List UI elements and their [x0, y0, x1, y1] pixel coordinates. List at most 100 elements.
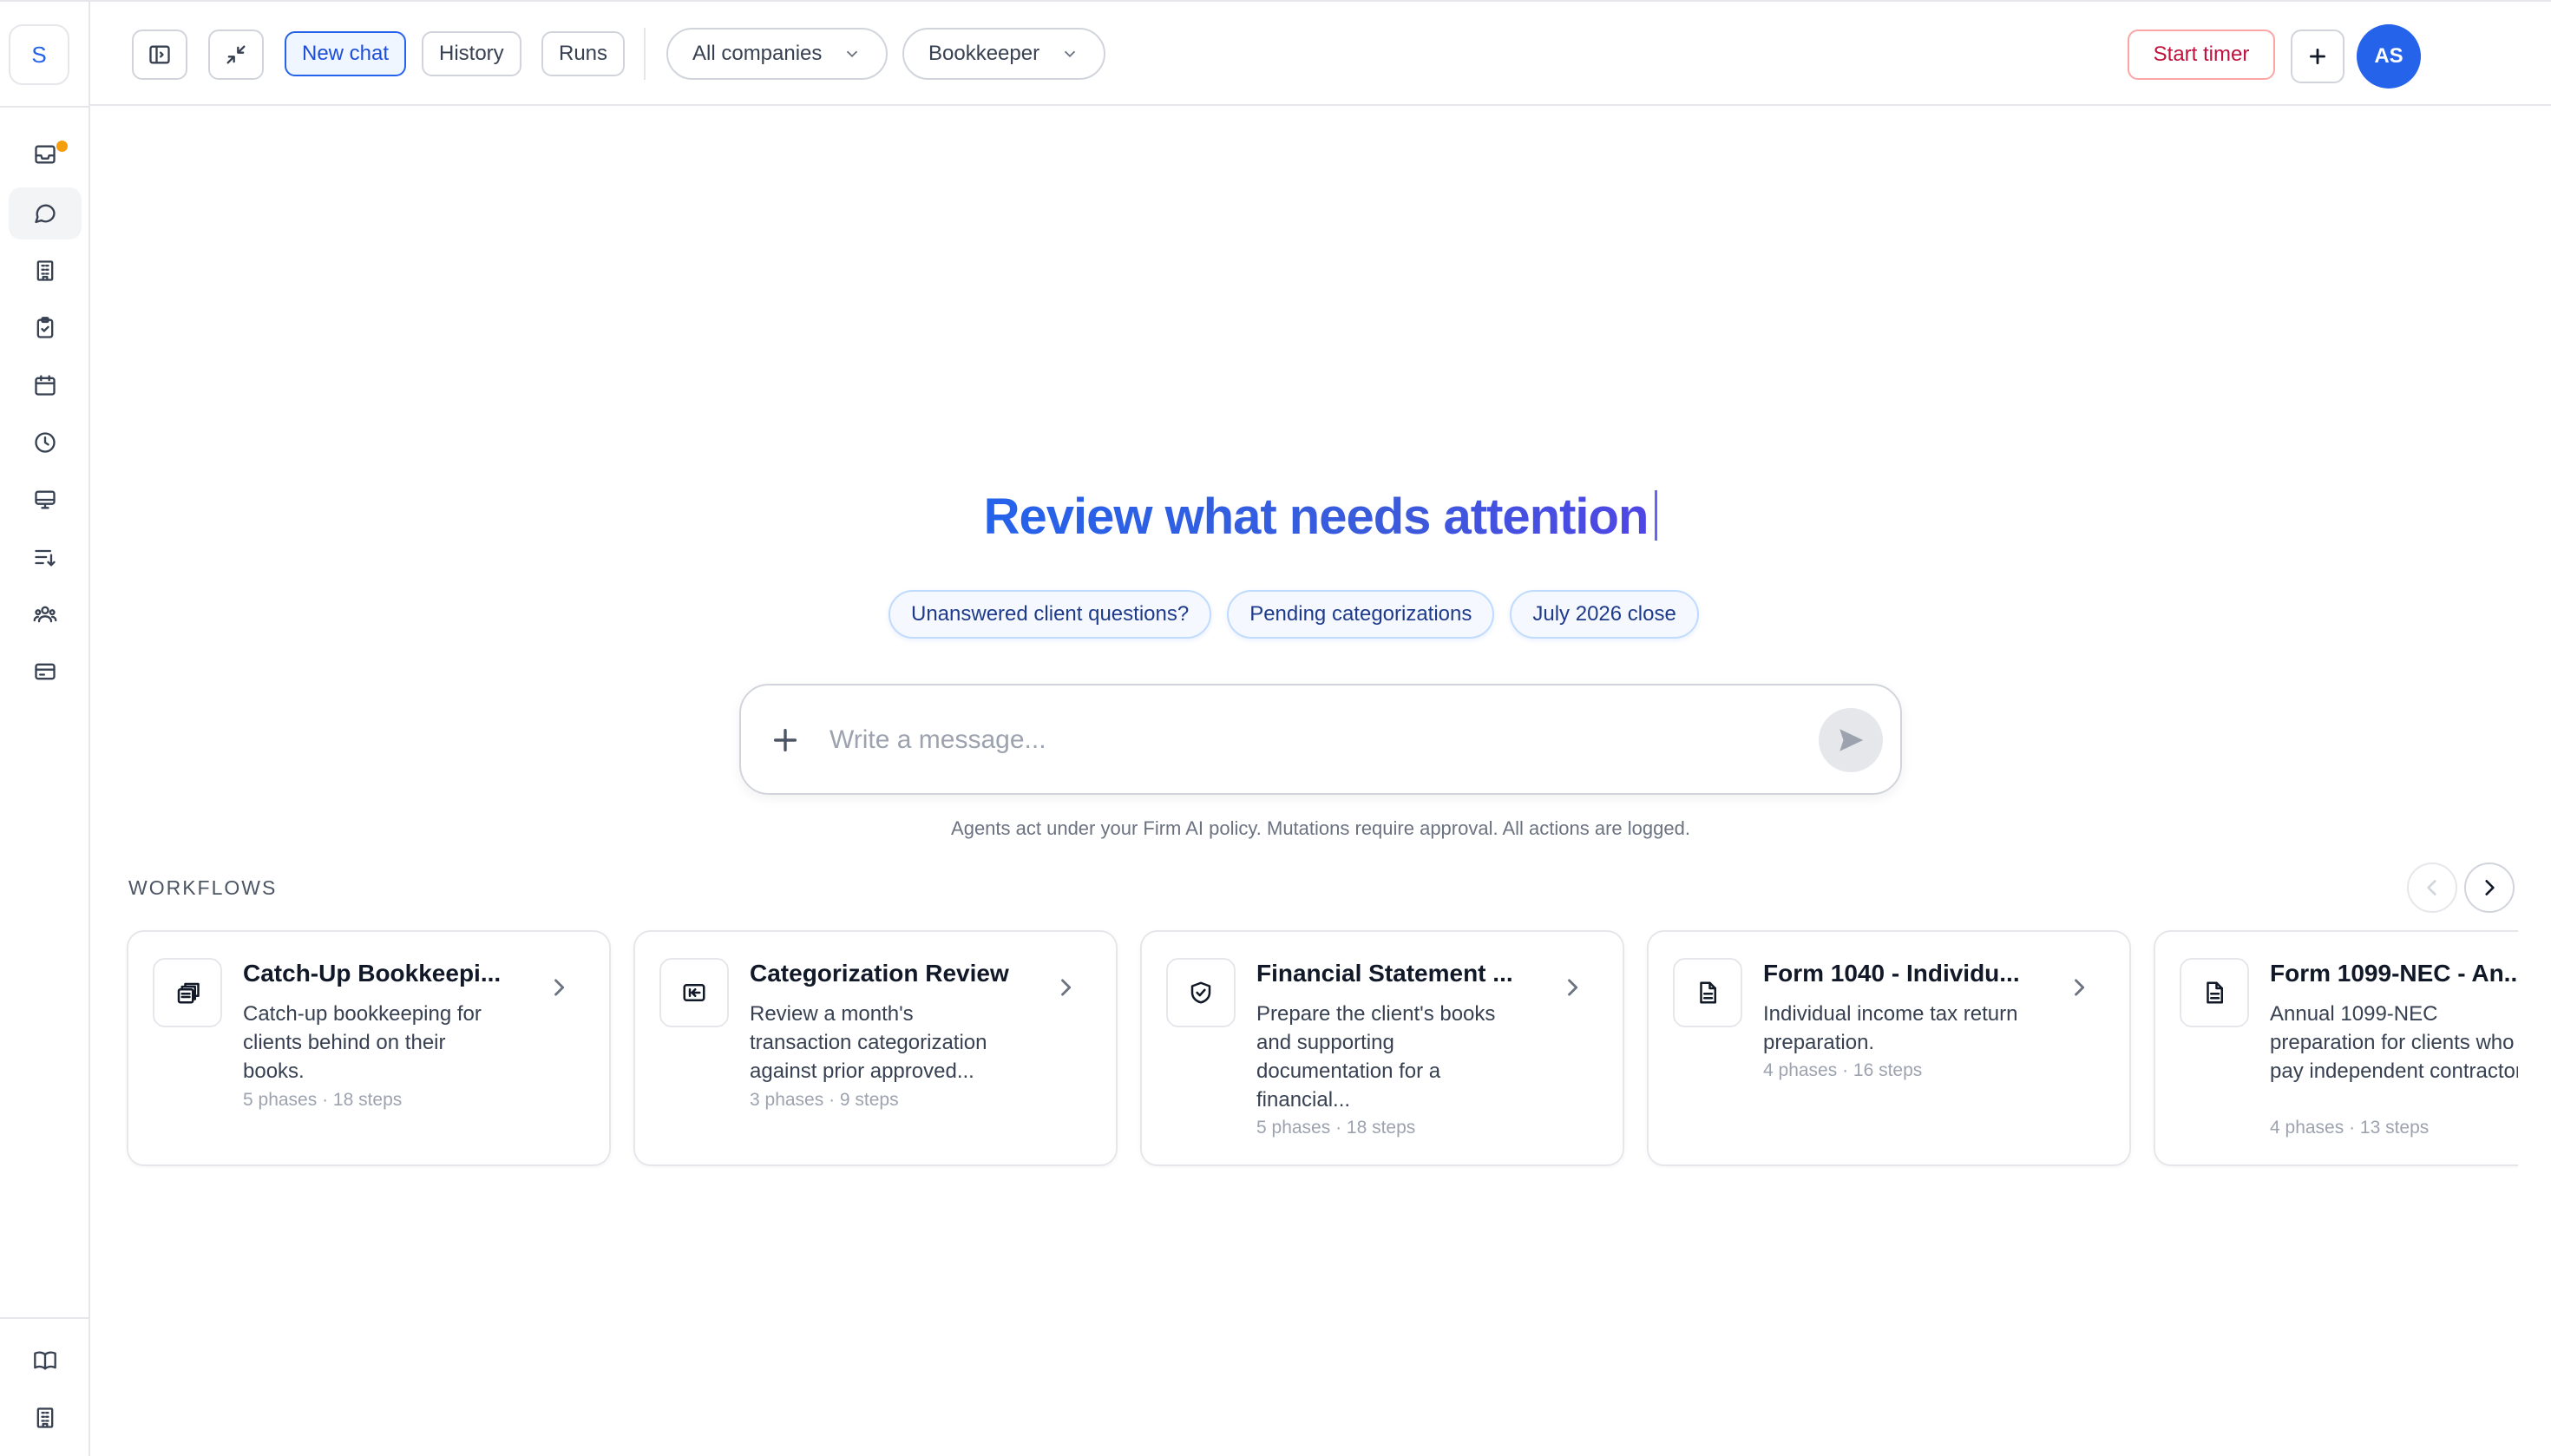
workflow-icon-box	[1166, 958, 1236, 1027]
chevron-right-icon	[2485, 880, 2495, 895]
workflow-card[interactable]: Form 1099-NEC - An... Annual 1099-NEC pr…	[2154, 930, 2518, 1166]
new-chat-button[interactable]: New chat	[285, 31, 407, 76]
runs-button[interactable]: Runs	[541, 31, 626, 76]
collapse-button[interactable]	[208, 30, 264, 80]
workflow-card[interactable]: Catch-Up Bookkeepi... Catch-up bookkeepi…	[127, 930, 611, 1166]
workflow-meta: 5 phases · 18 steps	[243, 1090, 403, 1110]
plus-icon	[773, 728, 797, 752]
chevron-right-icon	[1053, 975, 1078, 1000]
workflow-description: Review a month's transaction categorizat…	[750, 1002, 987, 1083]
rail-item-monitor[interactable]	[9, 474, 82, 526]
left-rail: S	[0, 2, 90, 1456]
workflow-description: Prepare the client's books and supportin…	[1256, 1002, 1496, 1112]
message-composer	[739, 684, 1902, 795]
book-icon	[34, 1351, 56, 1370]
workflow-description: Annual 1099-NEC preparation for clients …	[2270, 1002, 2518, 1083]
workflow-icon-box	[2180, 958, 2249, 1027]
building-icon	[36, 1407, 54, 1428]
workflows-carousel: Catch-Up Bookkeepi... Catch-up bookkeepi…	[125, 928, 2518, 1168]
workflow-icon-box	[153, 958, 222, 1027]
workflow-description: Catch-up bookkeeping for clients behind …	[243, 1002, 482, 1083]
building-icon	[36, 260, 54, 281]
workflows-next-button[interactable]	[2464, 862, 2515, 913]
chevron-right-icon	[1560, 975, 1584, 1000]
document-icon	[1700, 981, 1716, 1004]
workspace-logo-letter: S	[31, 41, 47, 68]
suggestion-chip[interactable]: Pending categorizations	[1227, 590, 1495, 639]
role-select-value: Bookkeeper	[928, 42, 1040, 65]
workflow-title: Form 1099-NEC - An...	[2270, 960, 2518, 987]
workflows-heading: WORKFLOWS	[128, 876, 278, 899]
chevron-down-icon	[1064, 50, 1076, 58]
workflow-card[interactable]: Form 1040 - Individu... Individual incom…	[1647, 930, 2131, 1166]
workflow-description: Individual income tax return preparation…	[1763, 1002, 2018, 1054]
message-input[interactable]	[830, 718, 1697, 762]
rail-item-team[interactable]	[9, 588, 82, 640]
start-timer-button[interactable]: Start timer	[2128, 30, 2275, 80]
workflow-card[interactable]: Categorization Review Review a month's t…	[633, 930, 1118, 1166]
notification-dot	[56, 141, 68, 152]
team-icon	[33, 606, 57, 623]
rail-item-tasks[interactable]	[9, 302, 82, 354]
send-icon	[1839, 729, 1864, 751]
rail-divider-bottom	[0, 1317, 90, 1319]
suggestion-chip[interactable]: July 2026 close	[1510, 590, 1699, 639]
role-select[interactable]: Bookkeeper	[902, 28, 1106, 80]
workflow-title: Catch-Up Bookkeepi...	[243, 960, 502, 987]
monitor-icon	[35, 490, 56, 509]
send-button[interactable]	[1819, 708, 1883, 772]
app-window: S New chat History Runs All companies Bo…	[0, 0, 2551, 1456]
rail-item-rules[interactable]	[9, 531, 82, 583]
history-button[interactable]: History	[422, 31, 521, 76]
topbar-divider	[644, 28, 646, 80]
page-title-text: Review what needs attention	[983, 489, 1649, 545]
suggestion-chips: Unanswered client questions? Pending cat…	[889, 590, 1699, 639]
company-select[interactable]: All companies	[666, 28, 889, 80]
policy-note: Agents act under your Firm AI policy. Mu…	[951, 817, 1690, 839]
workflow-title: Financial Statement ...	[1256, 960, 1513, 987]
plus-icon	[2310, 49, 2325, 64]
rail-item-billing[interactable]	[9, 646, 82, 698]
document-icon	[2207, 981, 2223, 1004]
workflow-meta: 3 phases · 9 steps	[750, 1090, 899, 1110]
rail-item-chat[interactable]	[9, 187, 82, 239]
rail-item-firm[interactable]	[9, 1392, 82, 1444]
chevron-down-icon	[847, 50, 858, 58]
chevron-right-icon	[2067, 975, 2091, 1000]
workflow-meta: 5 phases · 18 steps	[1256, 1118, 1416, 1138]
workflow-title: Categorization Review	[750, 960, 1009, 987]
inbox-icon	[35, 145, 56, 164]
rail-item-companies[interactable]	[9, 245, 82, 297]
chevron-left-icon	[2427, 880, 2436, 895]
rail-item-calendar[interactable]	[9, 359, 82, 411]
user-avatar[interactable]: AS	[2357, 24, 2421, 89]
shield-check-icon	[1190, 981, 1211, 1004]
credit-card-icon	[35, 663, 56, 680]
workflow-meta: 4 phases · 16 steps	[1763, 1060, 1923, 1080]
add-button[interactable]	[2291, 30, 2344, 83]
suggestion-chip[interactable]: Unanswered client questions?	[889, 590, 1212, 639]
rail-item-docs[interactable]	[9, 1335, 82, 1387]
minimize-arrows-icon	[226, 45, 246, 64]
avatar-initials: AS	[2374, 44, 2403, 68]
toggle-sidebar-button[interactable]	[132, 30, 187, 80]
rail-item-time[interactable]	[9, 416, 82, 469]
workflows-prev-button[interactable]	[2407, 862, 2457, 913]
sort-list-icon	[35, 549, 56, 567]
rail-divider	[0, 106, 90, 108]
stacked-documents-icon	[177, 982, 200, 1004]
arrow-box-icon	[683, 984, 705, 1001]
workflow-card[interactable]: Financial Statement ... Prepare the clie…	[1140, 930, 1624, 1166]
page-title: Review what needs attention	[90, 488, 2551, 546]
clipboard-check-icon	[36, 317, 54, 338]
calendar-icon	[35, 375, 56, 396]
attach-button[interactable]	[771, 725, 800, 755]
sidebar-panel-icon	[149, 45, 170, 64]
clock-icon	[35, 432, 56, 453]
chevron-right-icon	[547, 975, 571, 1000]
rail-item-inbox[interactable]	[9, 128, 82, 180]
workflow-icon-box	[1673, 958, 1742, 1027]
workflow-meta: 4 phases · 13 steps	[2270, 1118, 2430, 1138]
workflow-icon-box	[659, 958, 729, 1027]
workspace-logo[interactable]: S	[9, 24, 69, 85]
